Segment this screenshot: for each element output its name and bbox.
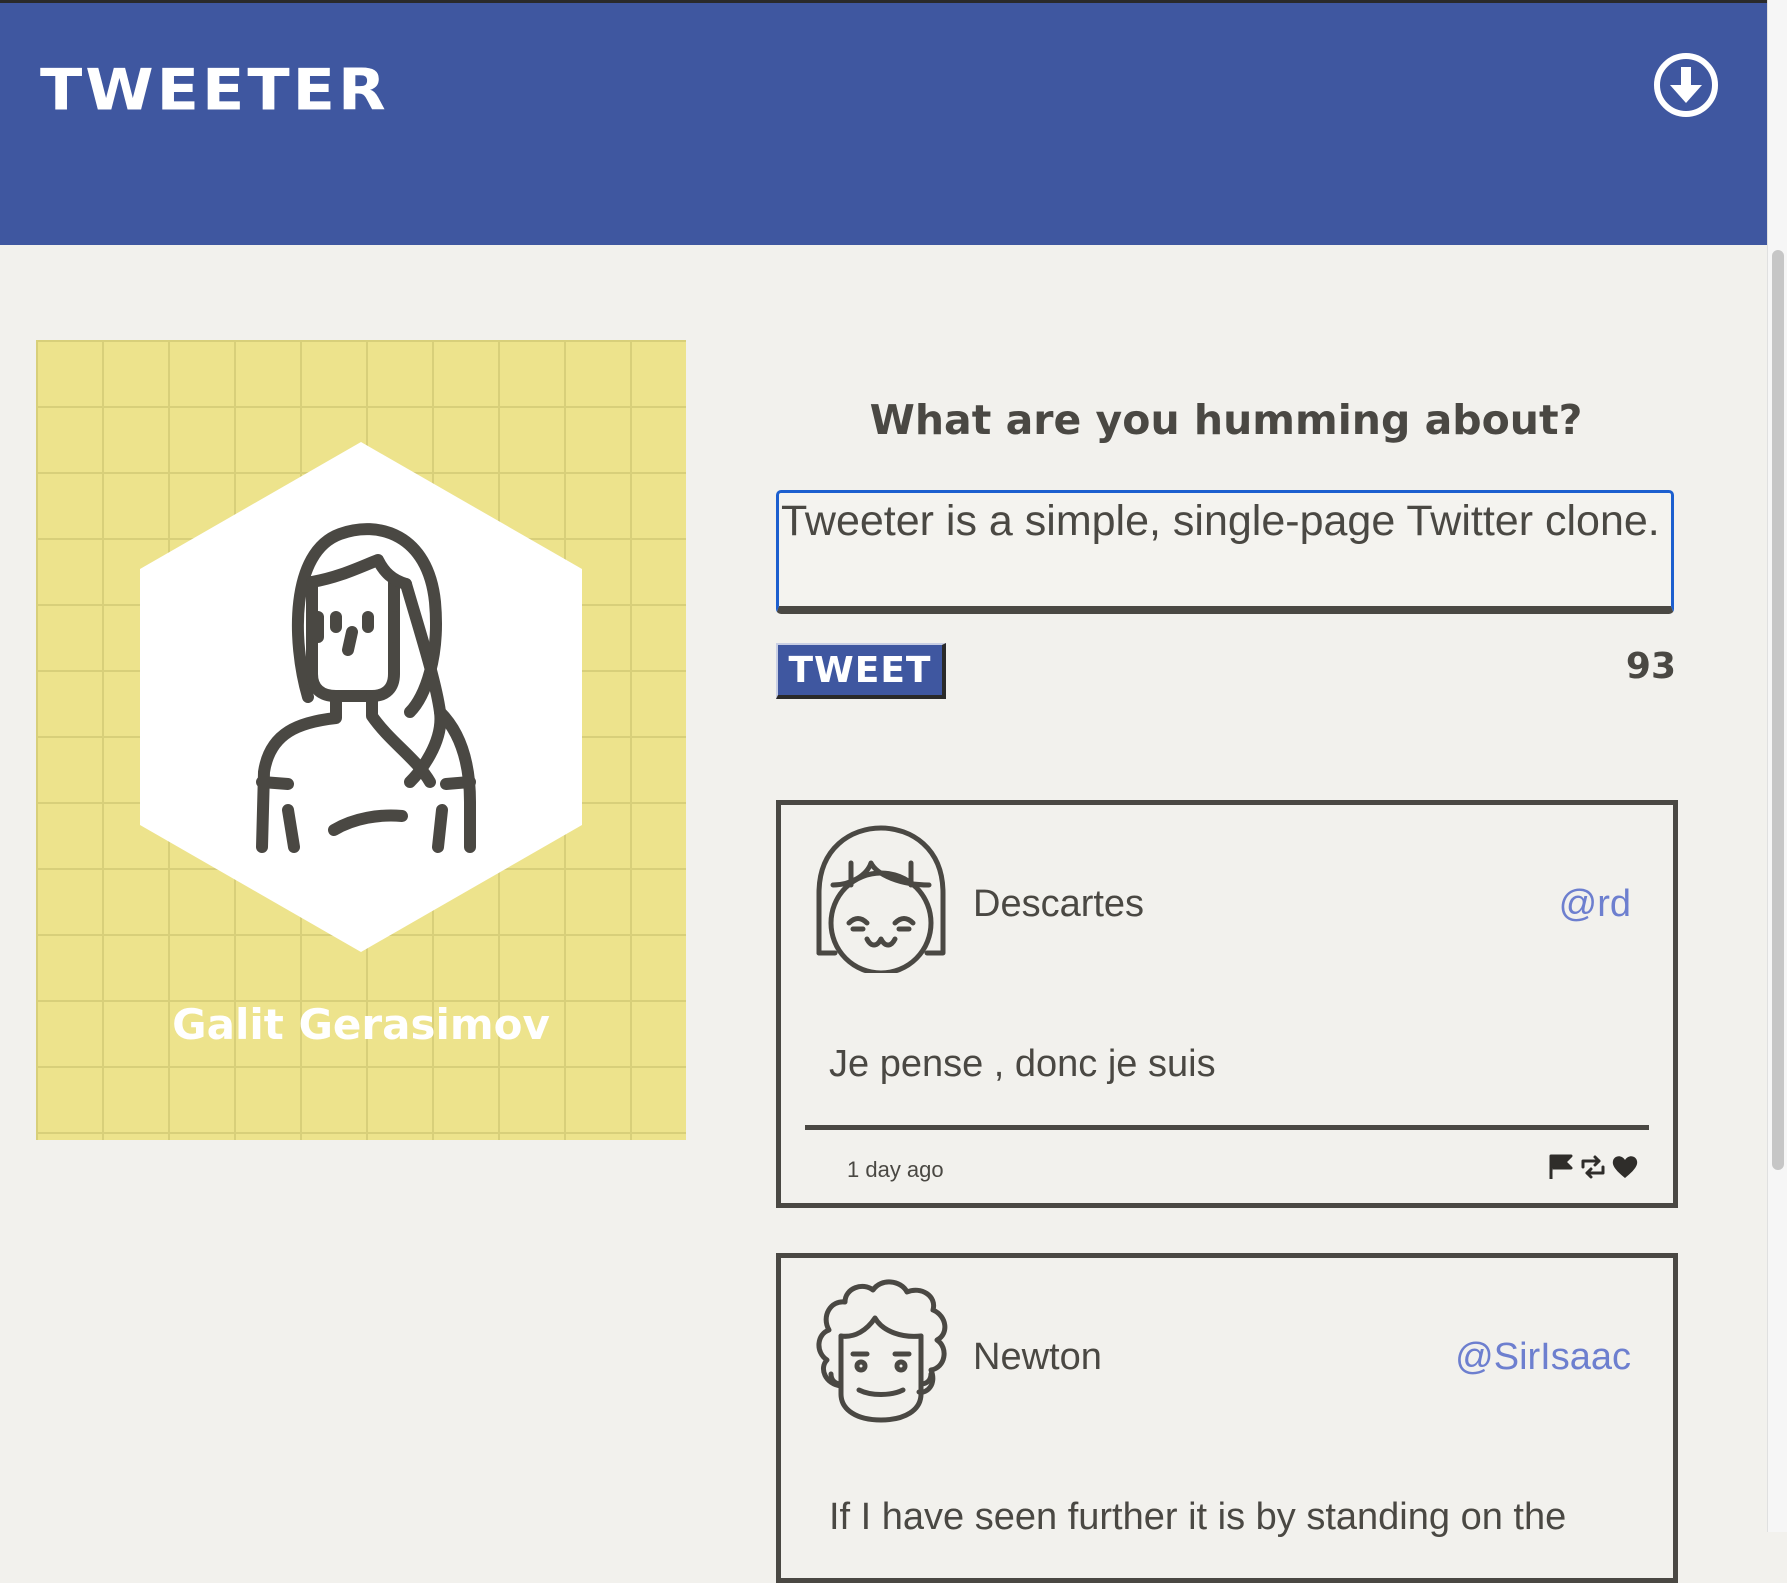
brand-logo[interactable]: TWEETER [40, 56, 389, 123]
flag-icon[interactable] [1547, 1153, 1575, 1181]
arrow-down-circle-icon [1654, 53, 1718, 117]
retweet-icon[interactable] [1579, 1153, 1607, 1181]
tweet-actions [1547, 1153, 1639, 1181]
heart-icon[interactable] [1611, 1153, 1639, 1181]
tweet-textarea[interactable]: Tweeter is a simple, single-page Twitter… [776, 490, 1674, 614]
tweet-avatar [811, 1276, 951, 1426]
tweet-divider [805, 1125, 1649, 1130]
tweet-avatar [811, 823, 951, 976]
tweet-card: Newton @SirIsaac If I have seen further … [776, 1253, 1678, 1583]
tweet-handle[interactable]: @SirIsaac [1455, 1336, 1631, 1379]
curly-hair-avatar-icon [816, 1279, 948, 1423]
woman-avatar-icon [140, 442, 582, 952]
tweet-author: Descartes [973, 883, 1145, 925]
compose-toggle-button[interactable] [1652, 51, 1720, 119]
scrollbar-thumb[interactable] [1772, 250, 1784, 1170]
profile-card: Galit Gerasimov [36, 340, 686, 1140]
compose-heading: What are you humming about? [869, 396, 1583, 444]
tweet-text: If I have seen further it is by standing… [829, 1496, 1567, 1538]
girl-avatar-icon [816, 825, 946, 976]
profile-name: Galit Gerasimov [172, 1000, 550, 1049]
tweet-button[interactable]: TWEET [776, 643, 946, 699]
profile-avatar [140, 442, 582, 952]
tweet-text: Je pense , donc je suis [829, 1043, 1216, 1085]
nav-bar: TWEETER [0, 0, 1767, 245]
tweet-card: Descartes @rd Je pense , donc je suis 1 … [776, 800, 1678, 1208]
character-counter: 93 [1625, 646, 1676, 687]
tweet-author: Newton [973, 1336, 1102, 1378]
tweet-timestamp: 1 day ago [847, 1157, 944, 1182]
tweet-handle[interactable]: @rd [1559, 883, 1631, 926]
